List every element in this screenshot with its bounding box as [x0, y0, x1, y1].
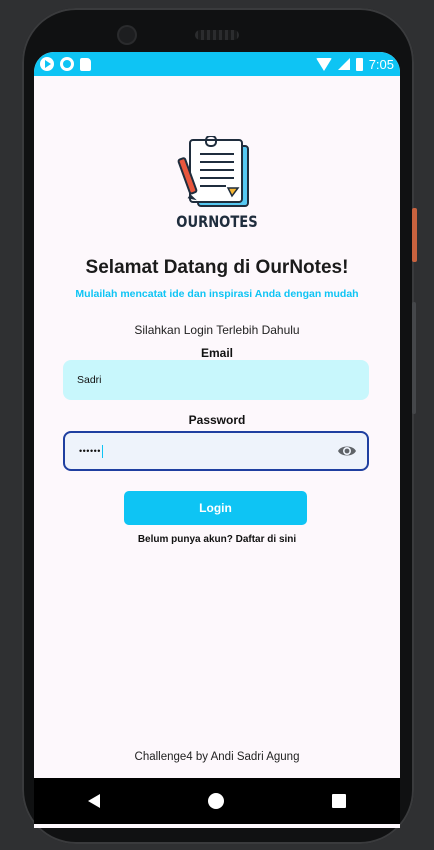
wifi-icon: [315, 57, 332, 71]
eye-icon[interactable]: [337, 443, 357, 459]
earpiece-speaker: [195, 30, 239, 40]
welcome-subtitle: Mulailah mencatat ide dan inspirasi Anda…: [75, 288, 359, 300]
recent-apps-icon[interactable]: [332, 794, 346, 808]
email-value: Sadri: [77, 374, 102, 386]
status-time: 7:05: [368, 56, 394, 72]
play-icon: [40, 57, 54, 71]
text-cursor: [101, 444, 104, 458]
email-label: Email: [200, 346, 233, 360]
password-field[interactable]: ••••••: [63, 431, 369, 471]
back-icon[interactable]: [88, 794, 100, 808]
front-camera: [119, 27, 135, 43]
signal-icon: [337, 58, 350, 70]
power-button: [412, 208, 417, 262]
login-button[interactable]: Login: [124, 491, 307, 525]
status-bar: 7:05: [34, 52, 400, 76]
home-icon[interactable]: [208, 793, 224, 809]
signup-link[interactable]: Belum punya akun? Daftar di sini: [34, 534, 400, 545]
brand-wordmark: OURNOTES: [176, 212, 258, 231]
record-icon: [60, 57, 74, 71]
password-value: ••••••: [79, 446, 101, 456]
login-prompt: Silahkan Login Terlebih Dahulu: [134, 323, 300, 337]
sd-card-icon: [80, 57, 91, 71]
volume-button: [412, 302, 416, 414]
password-label: Password: [188, 413, 246, 427]
app-screen: 7:05 OURNOTES Selamat Datang di OurNotes…: [34, 52, 400, 828]
email-field[interactable]: Sadri: [63, 360, 369, 400]
battery-icon: [355, 57, 363, 71]
footer-credit: Challenge4 by Andi Sadri Agung: [134, 751, 300, 763]
system-nav-bar: [34, 778, 400, 824]
welcome-title: Selamat Datang di OurNotes!: [85, 257, 349, 278]
